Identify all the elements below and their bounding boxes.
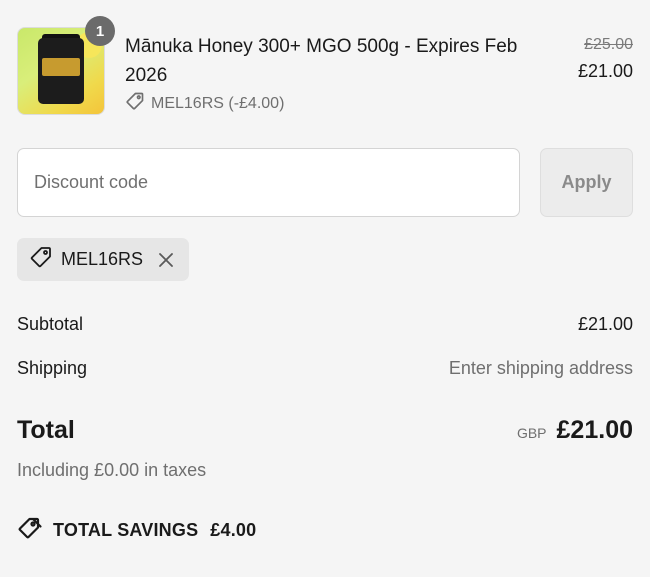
shipping-label: Shipping <box>17 358 88 378</box>
taxes-note: Including £0.00 in taxes <box>17 460 207 480</box>
line-item-discount-label: MEL16RS (-£4.00) <box>151 94 285 112</box>
subtotal-value: £21.00 <box>577 314 633 334</box>
product-name: Mānuka Honey 300+ MGO 500g - Expires Feb… <box>125 36 518 86</box>
remove-discount-icon[interactable] <box>157 251 175 269</box>
current-price: £21.00 <box>577 61 633 81</box>
total-savings: TOTAL SAVINGS £4.00 <box>17 516 256 545</box>
total-row: Total GBP £21.00 <box>17 416 633 445</box>
shipping-row: Shipping Enter shipping address <box>17 358 633 379</box>
currency-code: GBP <box>516 425 547 441</box>
savings-value: £4.00 <box>210 520 257 540</box>
line-item: 1 Mānuka Honey 300+ MGO 500g - Expires F… <box>17 16 633 116</box>
line-item-discount: MEL16RS (-£4.00) <box>125 91 284 116</box>
shipping-value: Enter shipping address <box>448 358 633 378</box>
original-price: £25.00 <box>584 36 633 53</box>
subtotal-label: Subtotal <box>17 314 84 334</box>
apply-button[interactable]: Apply <box>540 148 633 217</box>
applied-code-label: MEL16RS <box>61 249 144 269</box>
discount-code-input[interactable] <box>17 148 520 217</box>
total-label: Total <box>17 416 75 444</box>
total-value: £21.00 <box>556 416 633 444</box>
tag-icon <box>29 245 53 274</box>
applied-discount-chip: MEL16RS <box>17 238 190 281</box>
savings-label: TOTAL SAVINGS <box>53 520 199 540</box>
tag-icon <box>17 516 43 545</box>
tag-icon <box>125 91 145 116</box>
quantity-badge: 1 <box>85 16 115 46</box>
jar-label <box>42 58 80 76</box>
subtotal-row: Subtotal £21.00 <box>17 314 633 335</box>
